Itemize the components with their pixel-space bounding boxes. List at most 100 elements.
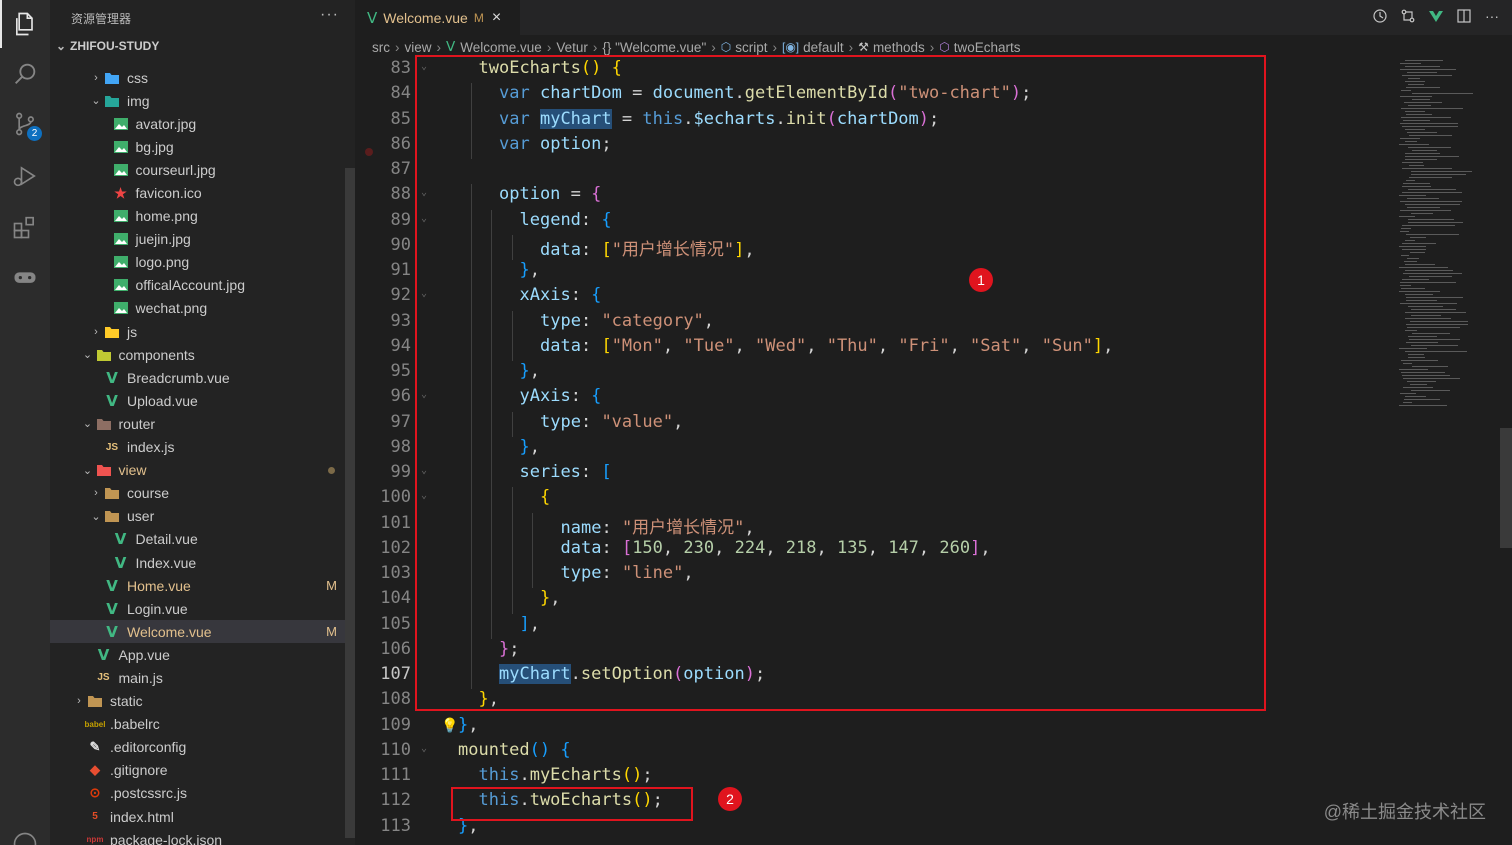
- gamepad-icon[interactable]: [0, 253, 50, 301]
- tree-item-main-js[interactable]: JS main.js: [50, 666, 355, 689]
- breadcrumb-methods[interactable]: methods: [873, 40, 925, 55]
- search-icon[interactable]: [0, 50, 50, 98]
- image-file-icon: [112, 278, 130, 292]
- tree-item-babelrc[interactable]: babel .babelrc: [50, 713, 355, 736]
- minimap-line: [1401, 228, 1411, 229]
- source-control-icon[interactable]: [0, 100, 50, 148]
- breadcrumb-file[interactable]: Welcome.vue: [460, 40, 542, 55]
- tree-item-gitignore[interactable]: ◆ .gitignore: [50, 759, 355, 782]
- breadcrumb-module[interactable]: {} "Welcome.vue": [602, 40, 706, 55]
- minimap-line: [1408, 84, 1424, 85]
- breadcrumb-script[interactable]: script: [735, 40, 767, 55]
- code-line[interactable]: },: [458, 715, 479, 735]
- tree-item-avator-jpg[interactable]: avator.jpg: [50, 112, 355, 135]
- cube-icon: ⬡: [720, 40, 732, 54]
- tree-item-index-html[interactable]: 5 index.html: [50, 805, 355, 828]
- explorer-title: 资源管理器: [71, 12, 132, 26]
- tree-item-favicon-ico[interactable]: ★ favicon.ico: [50, 181, 355, 204]
- tree-item-user[interactable]: ⌄ user: [50, 505, 355, 528]
- compare-icon[interactable]: [1400, 8, 1416, 24]
- line-number: 101: [380, 512, 411, 533]
- workspace-root[interactable]: ⌄ ZHIFOU-STUDY: [56, 39, 159, 53]
- tree-item-postcssrc-js[interactable]: ⊙ .postcssrc.js: [50, 782, 355, 805]
- tree-item-css[interactable]: › css: [50, 66, 355, 89]
- minimap-line: [1407, 258, 1419, 259]
- tree-item-index-js[interactable]: JS index.js: [50, 436, 355, 459]
- tree-item-logo-png[interactable]: logo.png: [50, 251, 355, 274]
- minimap-line: [1408, 189, 1456, 190]
- lightbulb-icon[interactable]: 💡: [441, 718, 458, 734]
- minimap-line: [1402, 186, 1431, 187]
- code-token: .: [519, 765, 530, 785]
- code-token: }: [458, 714, 469, 735]
- minimap-line: [1400, 123, 1458, 124]
- editor-scrollbar[interactable]: [1498, 58, 1512, 845]
- split-editor-icon[interactable]: [1456, 8, 1472, 24]
- minimap-line: [1399, 216, 1415, 217]
- tab-label: Welcome.vue: [383, 9, 468, 26]
- tree-item-view[interactable]: ⌄ view: [50, 459, 355, 482]
- tree-item-wechat-png[interactable]: wechat.png: [50, 297, 355, 320]
- tree-item-static[interactable]: › static: [50, 690, 355, 713]
- minimap-line: [1405, 129, 1425, 130]
- tree-item-label: Home.vue: [127, 577, 191, 594]
- tree-item-juejin-jpg[interactable]: juejin.jpg: [50, 228, 355, 251]
- code-token: ;: [642, 765, 653, 785]
- account-icon[interactable]: [0, 820, 50, 845]
- tree-item-breadcrumb-vue[interactable]: V Breadcrumb.vue: [50, 366, 355, 389]
- tree-item-bg-jpg[interactable]: bg.jpg: [50, 135, 355, 158]
- run-debug-icon[interactable]: [0, 152, 50, 200]
- tree-item-index-vue[interactable]: V Index.vue: [50, 551, 355, 574]
- minimap-line: [1411, 174, 1466, 175]
- tree-item-detail-vue[interactable]: V Detail.vue: [50, 528, 355, 551]
- tree-item-img[interactable]: ⌄ img: [50, 89, 355, 112]
- extensions-icon[interactable]: [0, 203, 50, 251]
- tree-item-label: css: [127, 69, 148, 86]
- scrollbar-thumb[interactable]: [1500, 428, 1512, 548]
- tree-item-welcome-vue[interactable]: V Welcome.vue M: [50, 620, 355, 644]
- tree-item-package-lock-json[interactable]: npm package-lock.json: [50, 828, 355, 845]
- tree-item-label: Welcome.vue: [127, 623, 212, 640]
- tree-item-home-png[interactable]: home.png: [50, 205, 355, 228]
- breadcrumb-default[interactable]: default: [803, 40, 844, 55]
- vue-preview-icon[interactable]: [1428, 8, 1444, 24]
- tree-item-course[interactable]: › course: [50, 482, 355, 505]
- breadcrumb-view[interactable]: view: [405, 40, 432, 55]
- tree-item-label: js: [127, 323, 138, 340]
- minimap-line: [1405, 240, 1415, 241]
- line-number: 108: [380, 689, 411, 710]
- js-file-icon: JS: [97, 672, 110, 684]
- tree-item-router[interactable]: ⌄ router: [50, 412, 355, 435]
- history-icon[interactable]: [1372, 8, 1388, 24]
- tree-item-courseurl-jpg[interactable]: courseurl.jpg: [50, 158, 355, 181]
- chevron-right-icon: ›: [711, 39, 716, 55]
- explorer-more-icon[interactable]: ···: [320, 6, 339, 24]
- tree-item-components[interactable]: ⌄ components: [50, 343, 355, 366]
- sidebar-scrollbar[interactable]: [345, 168, 355, 838]
- tree-item-officalaccount-jpg[interactable]: officalAccount.jpg: [50, 274, 355, 297]
- close-icon[interactable]: ×: [492, 9, 501, 27]
- more-icon[interactable]: ···: [1484, 8, 1500, 24]
- tree-item-editorconfig[interactable]: ✎ .editorconfig: [50, 736, 355, 759]
- tree-item-label: courseurl.jpg: [135, 161, 216, 178]
- breadcrumb-src[interactable]: src: [372, 40, 390, 55]
- tree-item-label: favicon.ico: [135, 185, 202, 202]
- tab-welcome-vue[interactable]: V Welcome.vue M ×: [355, 0, 520, 35]
- files-icon[interactable]: [0, 0, 50, 48]
- fold-chevron-icon[interactable]: ⌄: [421, 743, 427, 754]
- chevron-down-icon: ⌄: [82, 418, 93, 431]
- code-line[interactable]: this.myEcharts();: [479, 765, 653, 785]
- image-file-icon: [112, 140, 130, 154]
- minimap-line: [1411, 390, 1450, 391]
- tree-item-app-vue[interactable]: V App.vue: [50, 643, 355, 666]
- breadcrumb-function[interactable]: twoEcharts: [954, 40, 1021, 55]
- tree-item-home-vue[interactable]: V Home.vue M: [50, 574, 355, 597]
- tree-item-upload-vue[interactable]: V Upload.vue: [50, 389, 355, 412]
- tree-item-js[interactable]: › js: [50, 320, 355, 343]
- minimap-line: [1408, 357, 1425, 358]
- code-line[interactable]: mounted() {: [458, 740, 571, 760]
- tree-item-login-vue[interactable]: V Login.vue: [50, 597, 355, 620]
- breadcrumb-vetur[interactable]: Vetur: [556, 40, 588, 55]
- minimap[interactable]: [1395, 58, 1500, 845]
- minimap-line: [1405, 294, 1433, 295]
